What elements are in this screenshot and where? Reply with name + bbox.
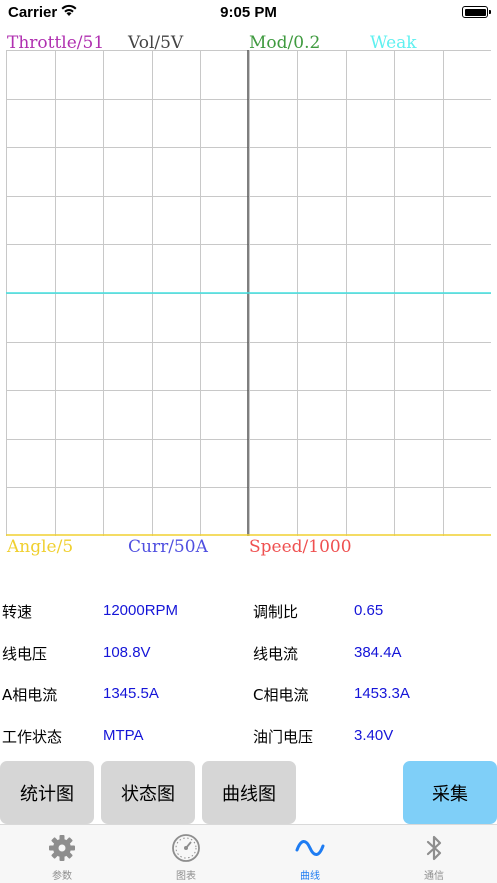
gear-icon — [49, 835, 75, 861]
bluetooth-icon — [426, 835, 442, 861]
tab-curve[interactable]: 曲线 — [248, 825, 372, 883]
collect-button[interactable]: 采集 — [403, 761, 497, 824]
tab-params-label: 参数 — [52, 871, 72, 882]
wave-icon — [295, 840, 325, 856]
scope-label-speed: Speed/1000 — [249, 537, 352, 557]
param-label-work-state: 工作状态 — [2, 728, 63, 746]
param-value-throttle-voltage: 3.40V — [354, 727, 394, 744]
param-value-phase-c-current: 1453.3A — [354, 685, 410, 702]
status-bar: Carrier 9:05 PM — [0, 0, 497, 28]
param-label-throttle-voltage: 油门电压 — [253, 728, 314, 746]
param-label-phase-c-current: C相电流 — [253, 686, 309, 704]
oscilloscope-chart — [6, 50, 491, 536]
tab-curve-label: 曲线 — [300, 871, 320, 882]
battery-icon — [462, 6, 491, 18]
param-value-line-current: 384.4A — [354, 644, 402, 661]
gauge-icon — [172, 834, 200, 862]
tab-params[interactable]: 参数 — [0, 825, 124, 883]
tab-chart-label: 图表 — [176, 871, 196, 882]
tab-chart[interactable]: 图表 — [124, 825, 248, 883]
param-label-speed: 转速 — [2, 603, 33, 621]
param-value-phase-a-current: 1345.5A — [103, 685, 159, 702]
param-label-modulation: 调制比 — [253, 603, 299, 621]
tab-bar: 参数 图表 曲线 通信 — [0, 824, 497, 883]
param-label-phase-a-current: A相电流 — [2, 686, 58, 704]
param-value-line-voltage: 108.8V — [103, 644, 151, 661]
scope-label-curr: Curr/50A — [128, 537, 208, 557]
param-label-line-current: 线电流 — [253, 645, 299, 663]
tab-comm[interactable]: 通信 — [372, 825, 496, 883]
scope-label-angle: Angle/5 — [7, 537, 74, 557]
param-value-modulation: 0.65 — [354, 602, 384, 619]
clock: 9:05 PM — [220, 4, 277, 21]
param-label-line-voltage: 线电压 — [2, 645, 48, 663]
param-value-speed: 12000RPM — [103, 602, 179, 619]
param-value-work-state: MTPA — [103, 727, 144, 744]
stats-chart-button[interactable]: 统计图 — [0, 761, 94, 824]
status-chart-button[interactable]: 状态图 — [101, 761, 195, 824]
tab-comm-label: 通信 — [424, 871, 444, 882]
curve-chart-button[interactable]: 曲线图 — [202, 761, 296, 824]
